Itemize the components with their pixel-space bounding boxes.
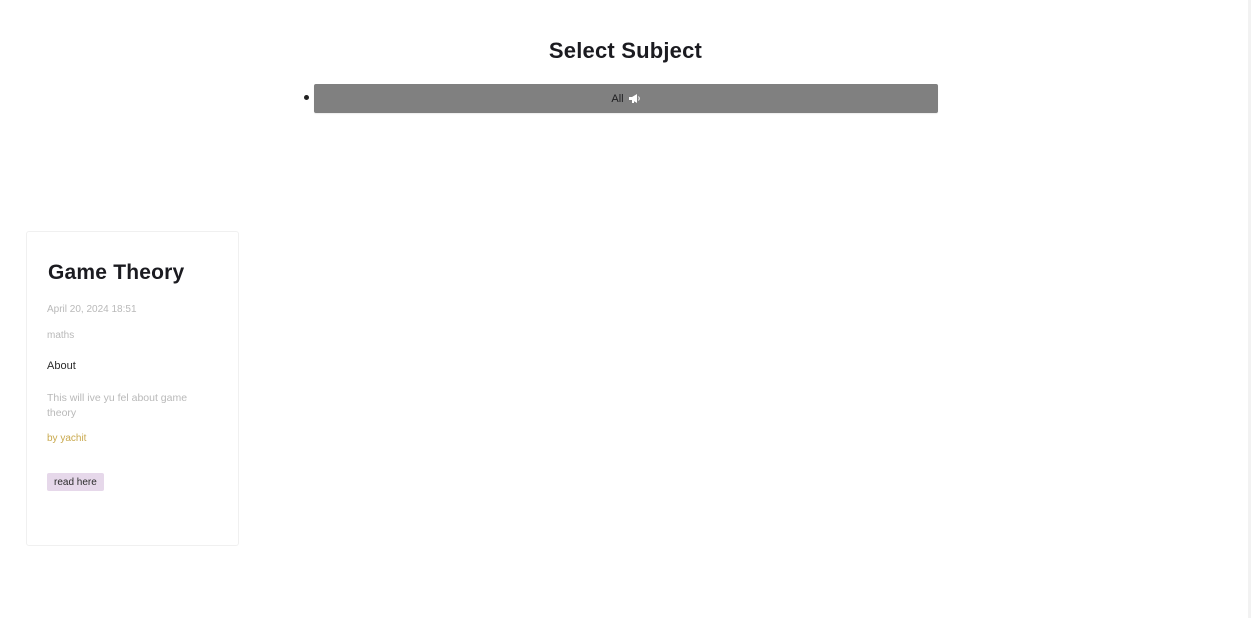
card-about-label: About [47, 360, 76, 372]
card-author: by yachit [47, 433, 87, 444]
card-description: This will ive yu fel about game theory [47, 392, 188, 419]
article-card: Game Theory April 20, 2024 18:51 maths A… [26, 231, 239, 546]
subject-list: All [304, 84, 938, 113]
list-bullet [304, 95, 309, 100]
read-here-button[interactable]: read here [47, 473, 104, 491]
subject-all-label: All [611, 92, 624, 105]
page: Select Subject All Game Theory April 20,… [0, 0, 1251, 618]
card-date: April 20, 2024 18:51 [47, 304, 137, 315]
page-title: Select Subject [548, 38, 703, 63]
megaphone-icon [628, 93, 641, 104]
subject-list-item: All [304, 84, 938, 113]
card-title: Game Theory [48, 261, 185, 284]
subject-all-button[interactable]: All [314, 84, 938, 113]
card-subject: maths [47, 330, 75, 341]
